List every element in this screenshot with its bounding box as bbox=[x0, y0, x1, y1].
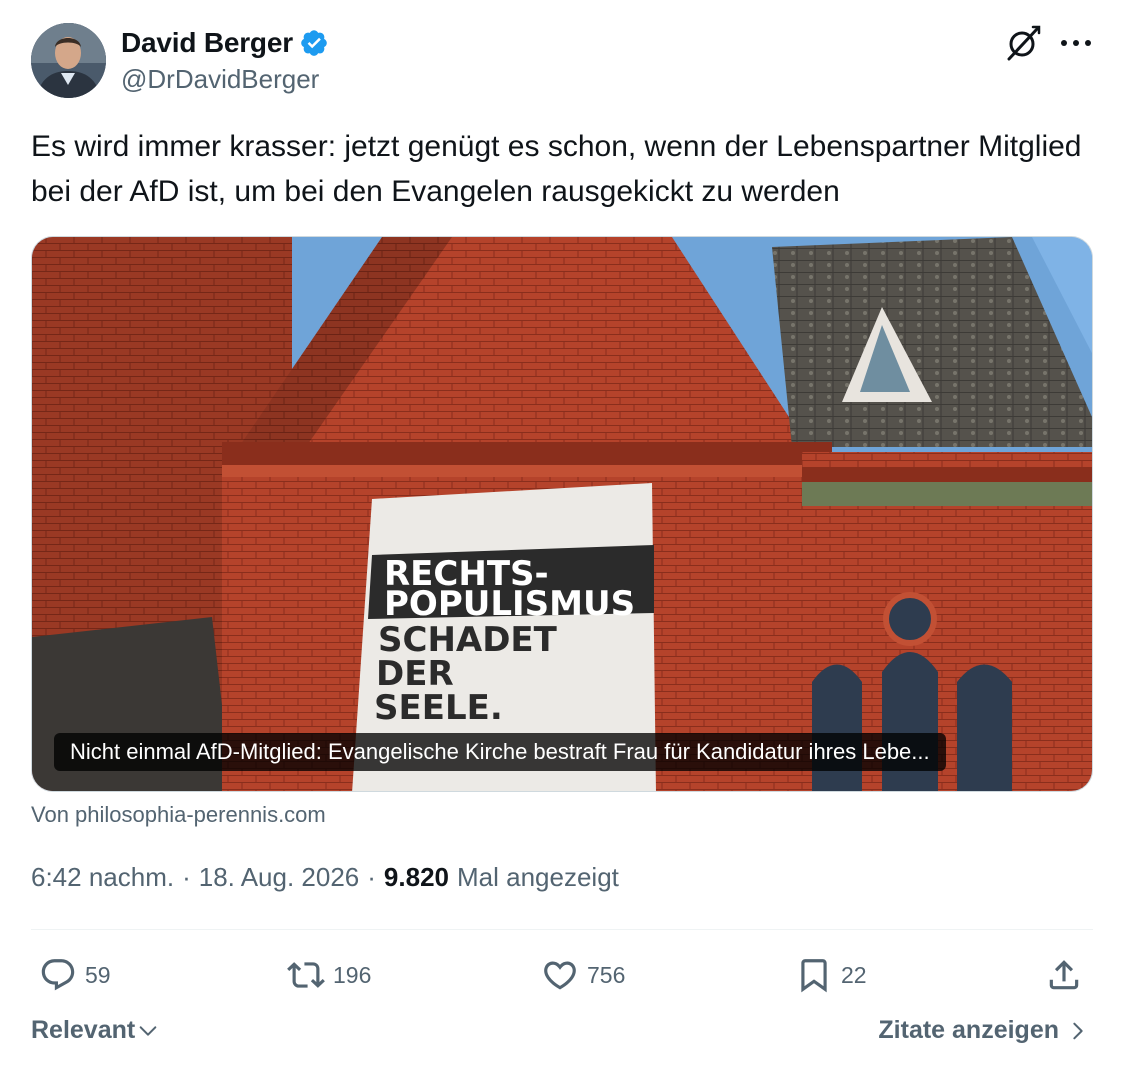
tweet-text: Es wird immer krasser: jetzt genügt es s… bbox=[31, 130, 1082, 208]
meta-separator: · bbox=[182, 862, 191, 892]
reply-button[interactable]: 59 bbox=[39, 952, 111, 998]
author-display-name[interactable]: David Berger bbox=[121, 27, 293, 59]
chevron-right-icon bbox=[1073, 1022, 1083, 1039]
repost-icon bbox=[287, 962, 325, 988]
article-image: RECHTS- POPULISMUS SCHADET DER SEELE. bbox=[32, 237, 1092, 791]
banner-line-2: POPULISMUS bbox=[384, 584, 635, 624]
meta-separator: · bbox=[367, 862, 376, 892]
tweet-time[interactable]: 6:42 nachm. bbox=[31, 862, 174, 893]
banner-line-5: SEELE. bbox=[374, 688, 503, 728]
grok-icon[interactable] bbox=[1003, 23, 1043, 63]
chevron-down-icon bbox=[139, 1025, 157, 1036]
verified-badge-icon bbox=[301, 30, 327, 56]
repost-button[interactable]: 196 bbox=[287, 952, 371, 998]
reply-count: 59 bbox=[85, 961, 111, 988]
sort-label: Relevant bbox=[31, 1016, 136, 1044]
link-card[interactable]: RECHTS- POPULISMUS SCHADET DER SEELE. Ni… bbox=[31, 236, 1093, 792]
card-caption[interactable]: Nicht einmal AfD-Mitglied: Evangelische … bbox=[54, 733, 946, 771]
view-count: 9.820 bbox=[383, 862, 449, 892]
bookmark-count: 22 bbox=[841, 961, 867, 988]
divider bbox=[31, 929, 1093, 930]
quotes-label: Zitate anzeigen bbox=[878, 1016, 1059, 1044]
author-handle[interactable]: @DrDavidBerger bbox=[121, 64, 329, 95]
avatar[interactable] bbox=[31, 23, 106, 98]
card-source[interactable]: Von philosophia-perennis.com bbox=[31, 802, 326, 828]
view-quotes-link[interactable]: Zitate anzeigen bbox=[878, 1016, 1089, 1045]
tweet-header: David Berger @DrDavidBerger bbox=[31, 23, 1095, 99]
bookmark-button[interactable]: 22 bbox=[795, 952, 867, 998]
sort-dropdown[interactable]: Relevant bbox=[31, 1016, 159, 1045]
action-bar: 59 196 756 22 bbox=[31, 952, 1093, 998]
reply-icon bbox=[41, 959, 75, 991]
tweet-meta: 6:42 nachm. · 18. Aug. 2026 · 9.820 Mal … bbox=[31, 862, 619, 893]
like-count: 756 bbox=[587, 961, 626, 988]
view-count-label: Mal angezeigt bbox=[457, 862, 619, 892]
like-icon bbox=[544, 961, 576, 990]
bookmark-icon bbox=[801, 959, 827, 993]
share-button[interactable] bbox=[1045, 952, 1083, 998]
repost-count: 196 bbox=[333, 961, 372, 988]
reply-controls: Relevant Zitate anzeigen bbox=[31, 1016, 1093, 1052]
share-icon bbox=[1049, 960, 1079, 990]
tweet-date[interactable]: 18. Aug. 2026 bbox=[199, 862, 359, 893]
more-icon[interactable] bbox=[1059, 29, 1093, 57]
like-button[interactable]: 756 bbox=[541, 952, 625, 998]
